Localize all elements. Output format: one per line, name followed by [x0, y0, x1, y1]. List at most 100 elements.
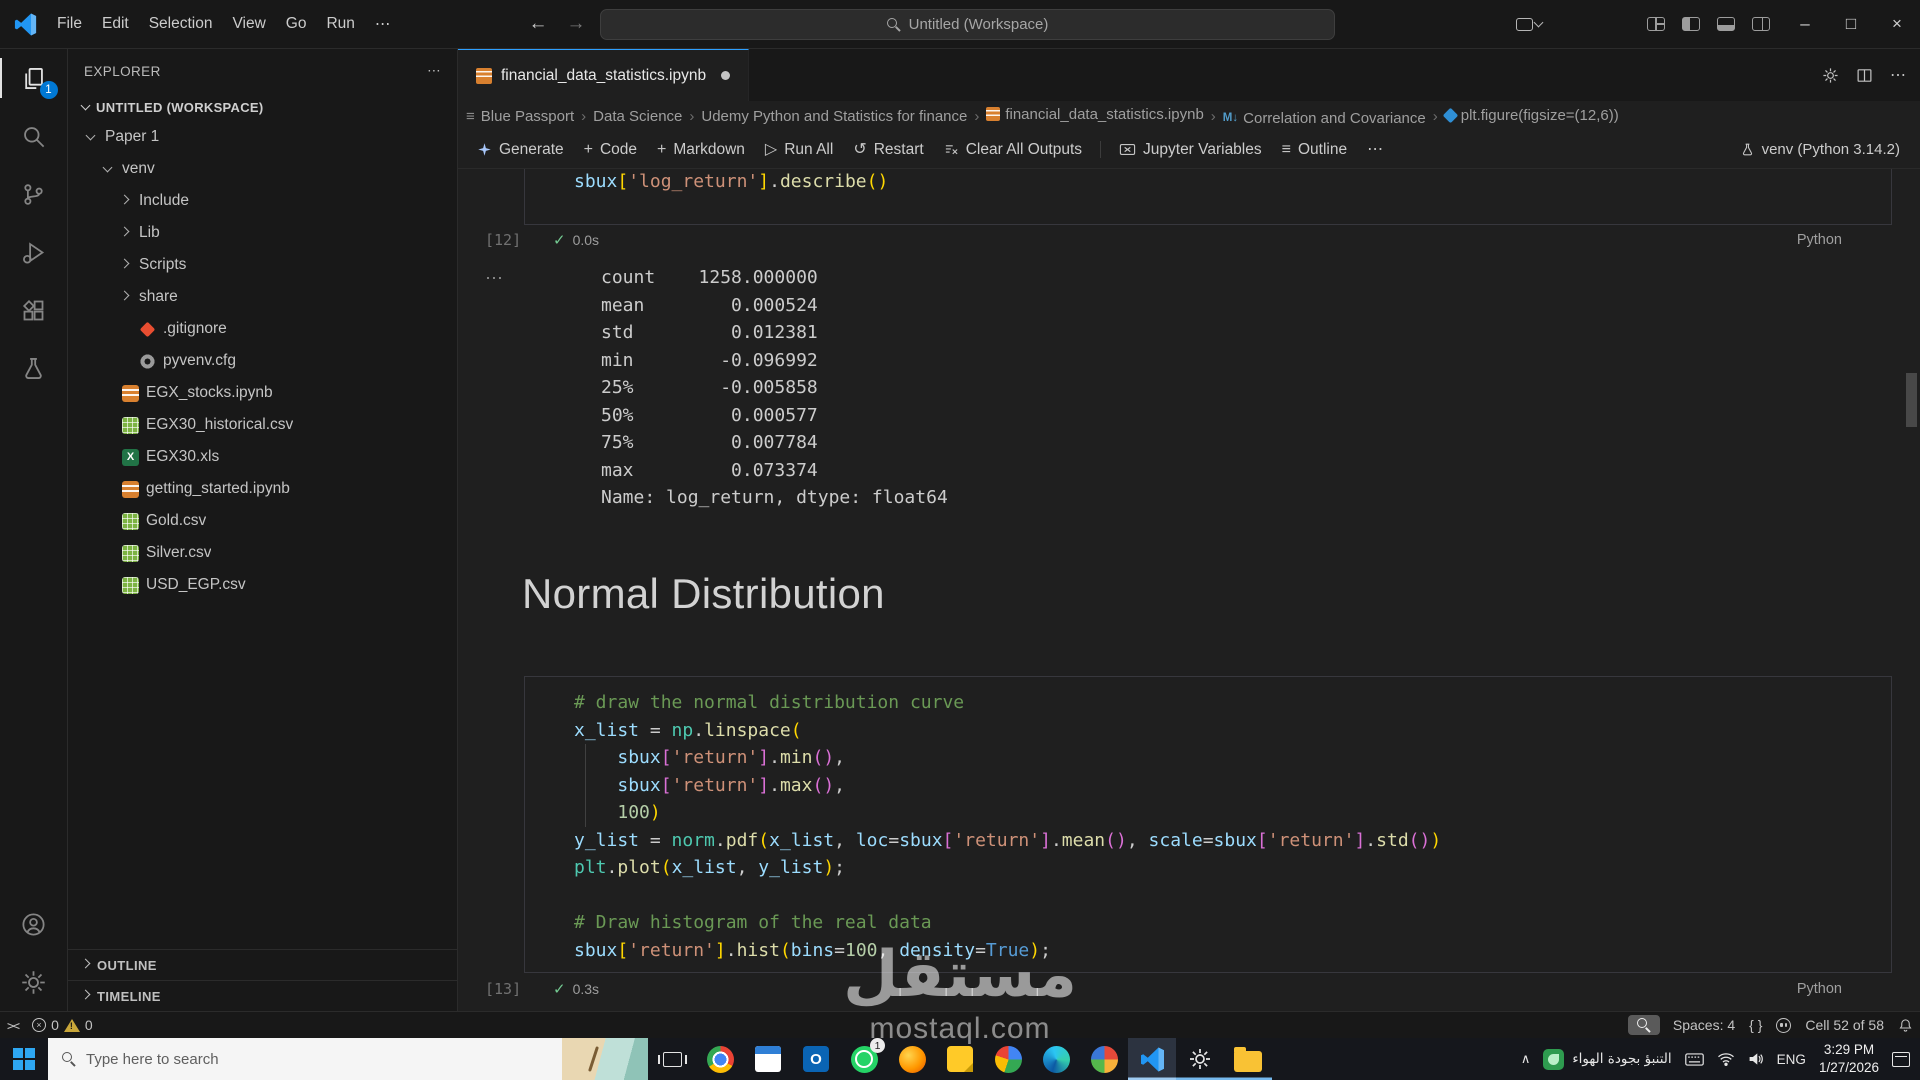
- taskbar-edge[interactable]: [1032, 1038, 1080, 1080]
- tree-item-egx30-historical-csv[interactable]: EGX30_historical.csv: [68, 409, 457, 441]
- breadcrumb-item-2[interactable]: Udemy Python and Statistics for finance: [701, 108, 967, 125]
- tree-item-lib[interactable]: Lib: [68, 217, 457, 249]
- tree-item-paper-1[interactable]: Paper 1: [68, 121, 457, 153]
- minimize-button[interactable]: –: [1782, 0, 1828, 48]
- taskbar-clock[interactable]: 3:29 PM 1/27/2026: [1819, 1041, 1879, 1076]
- toggle-secondary-sidebar-icon[interactable]: [1752, 17, 1770, 31]
- clear-all-outputs-button[interactable]: Clear All Outputs: [935, 137, 1091, 163]
- notebook-settings-icon[interactable]: [1822, 67, 1839, 84]
- add-markdown-cell-button[interactable]: + Markdown: [648, 137, 754, 163]
- generate-button[interactable]: Generate: [468, 137, 573, 163]
- breadcrumb-item-3[interactable]: financial_data_statistics.ipynb: [986, 106, 1204, 123]
- taskbar-search[interactable]: Type here to search: [48, 1038, 648, 1080]
- indentation-indicator[interactable]: Spaces: 4: [1666, 1012, 1742, 1038]
- restart-kernel-button[interactable]: ↺ Restart: [844, 137, 932, 163]
- volume-icon[interactable]: [1748, 1052, 1764, 1066]
- forward-button[interactable]: →: [560, 13, 592, 35]
- code-line[interactable]: [574, 882, 1891, 910]
- search-highlight-image[interactable]: [562, 1038, 648, 1080]
- explorer-more-button[interactable]: ⋯: [427, 63, 441, 79]
- wifi-icon[interactable]: [1717, 1052, 1735, 1066]
- split-editor-icon[interactable]: [1856, 67, 1873, 84]
- activity-extensions[interactable]: [0, 281, 68, 339]
- tree-item-gold-csv[interactable]: Gold.csv: [68, 505, 457, 537]
- back-button[interactable]: ←: [522, 13, 554, 35]
- taskbar-whatsapp[interactable]: 1: [840, 1038, 888, 1080]
- code-line[interactable]: plt.plot(x_list, y_list);: [574, 854, 1891, 882]
- tree-item-silver-csv[interactable]: Silver.csv: [68, 537, 457, 569]
- breadcrumb-item-0[interactable]: Blue Passport: [481, 108, 574, 125]
- code-line[interactable]: # Draw histogram of the real data: [574, 909, 1891, 937]
- kernel-picker[interactable]: venv (Python 3.14.2): [1740, 141, 1900, 158]
- outline-section-header[interactable]: OUTLINE: [68, 949, 457, 980]
- jupyter-variables-button[interactable]: Jupyter Variables: [1110, 137, 1271, 163]
- taskbar-firefox[interactable]: [888, 1038, 936, 1080]
- breadcrumb-item-4[interactable]: M↓ Correlation and Covariance: [1223, 110, 1426, 127]
- code-cell-13[interactable]: # draw the normal distribution curve x_li…: [524, 676, 1892, 973]
- code-line[interactable]: x_list = np.linspace(: [574, 717, 1891, 745]
- touch-keyboard-icon[interactable]: [1684, 1052, 1704, 1066]
- settings-gear-icon[interactable]: [0, 953, 68, 1011]
- menu-selection[interactable]: Selection: [139, 10, 223, 38]
- taskbar-settings[interactable]: [1176, 1038, 1224, 1080]
- editor-more-icon[interactable]: ⋯: [1890, 65, 1906, 85]
- hidden-icons-chevron[interactable]: ∧: [1521, 1051, 1531, 1067]
- tree-item--gitignore[interactable]: .gitignore: [68, 313, 457, 345]
- code-line[interactable]: sbux['return'].min(),: [574, 744, 1891, 772]
- markdown-heading[interactable]: Normal Distribution: [522, 570, 885, 618]
- cell-code-editor[interactable]: # draw the normal distribution curve x_li…: [525, 677, 1891, 964]
- tree-item-getting-started-ipynb[interactable]: getting_started.ipynb: [68, 473, 457, 505]
- modified-dot-icon[interactable]: [721, 71, 731, 80]
- tree-item-egx30-xls[interactable]: X EGX30.xls: [68, 441, 457, 473]
- taskbar-outlook[interactable]: O: [792, 1038, 840, 1080]
- activity-explorer[interactable]: 1: [0, 49, 68, 107]
- cell-language-picker[interactable]: Python: [1797, 232, 1842, 248]
- toggle-panel-icon[interactable]: [1717, 17, 1735, 31]
- close-button[interactable]: ×: [1874, 0, 1920, 48]
- editor-scrollbar[interactable]: [1906, 373, 1917, 427]
- code-line[interactable]: sbux['return'].max(),: [574, 772, 1891, 800]
- code-line[interactable]: sbux['return'].hist(bins=100, density=Tr…: [574, 937, 1891, 965]
- activity-testing[interactable]: [0, 339, 68, 397]
- menu-edit[interactable]: Edit: [92, 10, 139, 38]
- taskbar-calendar[interactable]: [744, 1038, 792, 1080]
- language-indicator[interactable]: ENG: [1777, 1052, 1806, 1067]
- menu-view[interactable]: View: [222, 10, 275, 38]
- tab-financial-data-statistics[interactable]: financial_data_statistics.ipynb: [458, 49, 750, 101]
- tree-item-pyvenv-cfg[interactable]: pyvenv.cfg: [68, 345, 457, 377]
- timeline-section-header[interactable]: TIMELINE: [68, 980, 457, 1011]
- notifications-bell[interactable]: [1891, 1012, 1920, 1038]
- code-line[interactable]: # draw the normal distribution curve: [574, 689, 1891, 717]
- code-line[interactable]: sbux['log_return'].describe(): [574, 168, 1891, 196]
- menu-file[interactable]: File: [47, 10, 92, 38]
- tree-item-venv[interactable]: venv: [68, 153, 457, 185]
- taskbar-photos[interactable]: [1080, 1038, 1128, 1080]
- menu-go[interactable]: Go: [276, 10, 317, 38]
- taskbar-sticky-notes[interactable]: [936, 1038, 984, 1080]
- taskbar-vscode[interactable]: [1128, 1038, 1176, 1080]
- action-center-icon[interactable]: [1892, 1051, 1910, 1067]
- command-center-search[interactable]: Untitled (Workspace): [600, 9, 1335, 40]
- customize-layout-icon[interactable]: [1647, 17, 1665, 31]
- cast-icon[interactable]: [1516, 17, 1544, 31]
- code-line[interactable]: y_list = norm.pdf(x_list, loc=sbux['retu…: [574, 827, 1891, 855]
- tree-item-share[interactable]: share: [68, 281, 457, 313]
- cell-position-indicator[interactable]: Cell 52 of 58: [1798, 1012, 1891, 1038]
- toggle-sidebar-icon[interactable]: [1682, 17, 1700, 31]
- tree-item-scripts[interactable]: Scripts: [68, 249, 457, 281]
- brackets-indicator[interactable]: { }: [1742, 1012, 1769, 1038]
- task-view-button[interactable]: [648, 1038, 696, 1080]
- news-widget[interactable]: التنبؤ بجودة الهواء: [1543, 1048, 1672, 1070]
- remote-indicator[interactable]: ><: [0, 1012, 25, 1038]
- code-line[interactable]: 100): [574, 799, 1891, 827]
- add-code-cell-button[interactable]: + Code: [575, 137, 646, 163]
- activity-source-control[interactable]: [0, 165, 68, 223]
- taskbar-chrome[interactable]: [696, 1038, 744, 1080]
- copilot-status[interactable]: [1769, 1012, 1798, 1038]
- taskbar-file-explorer[interactable]: [1224, 1038, 1272, 1080]
- outline-button[interactable]: ≡ Outline: [1273, 137, 1356, 163]
- taskbar-google-app[interactable]: [984, 1038, 1032, 1080]
- menu-more-button[interactable]: ⋯: [365, 10, 401, 39]
- maximize-button[interactable]: □: [1828, 0, 1874, 48]
- toolbar-more-button[interactable]: ⋯: [1358, 138, 1392, 162]
